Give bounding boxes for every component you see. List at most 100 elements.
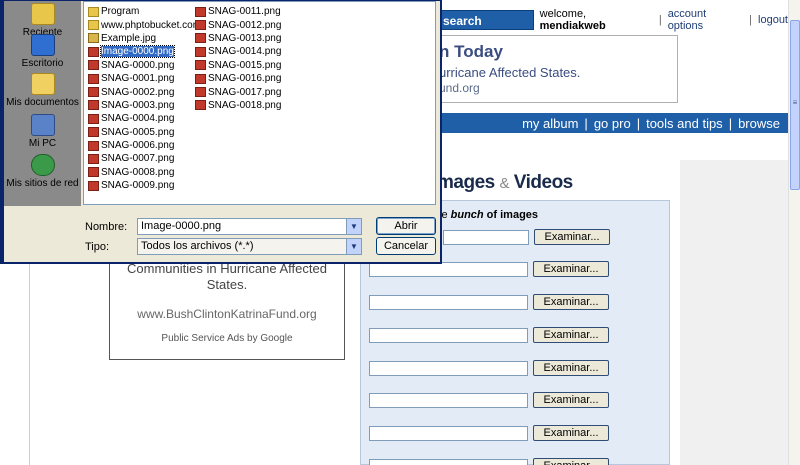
web-folder-icon (88, 20, 99, 31)
file-name: SNAG-0013.png (208, 32, 282, 44)
png-file-icon (195, 33, 206, 44)
browse-button[interactable]: Examinar... (533, 392, 609, 408)
nav-separator: | (636, 115, 641, 131)
browse-button[interactable]: Examinar... (533, 261, 609, 277)
filetype-select[interactable]: Todos los archivos (*.*) ▼ (137, 238, 362, 255)
headline-videos: Videos (513, 172, 573, 193)
png-file-icon (195, 60, 206, 71)
file-item[interactable]: SNAG-0012.png (195, 18, 281, 31)
file-item[interactable]: SNAG-0003.png (88, 99, 201, 112)
file-item[interactable]: SNAG-0006.png (88, 139, 201, 152)
browse-button[interactable]: Examinar... (533, 294, 609, 310)
browse-button[interactable]: Examinar... (533, 425, 609, 441)
upload-headline: mages & Videos (437, 172, 573, 194)
ad-body: urricane Affected States. (439, 65, 581, 80)
network-places-icon (30, 154, 55, 176)
file-name: SNAG-0006.png (101, 140, 175, 152)
side-advertisement[interactable]: Communities in Hurricane Affected States… (109, 255, 345, 360)
file-name: SNAG-0017.png (208, 86, 282, 98)
file-item[interactable]: SNAG-0018.png (195, 99, 281, 112)
place-network[interactable]: Mis sitios de red (4, 154, 81, 189)
file-name: Image-0000.png (100, 45, 175, 59)
file-path-input[interactable] (369, 425, 528, 441)
upload-intro: le bunch of images (439, 209, 538, 221)
place-label: Mis sitios de red (6, 178, 79, 189)
side-ad-body: Communities in Hurricane Affected States… (127, 261, 327, 292)
open-button[interactable]: Abrir (376, 217, 436, 235)
file-list[interactable]: Program www.phptobucket.com Example.jpg Ima… (83, 1, 436, 205)
folder-icon (88, 6, 99, 17)
logout-link[interactable]: logout (758, 14, 788, 26)
file-item[interactable]: SNAG-0013.png (195, 32, 281, 45)
nav-tools-and-tips[interactable]: tools and tips (646, 116, 723, 131)
file-item[interactable]: SNAG-0011.png (195, 5, 281, 18)
file-item[interactable]: SNAG-0017.png (195, 85, 281, 98)
file-path-input[interactable] (369, 392, 528, 408)
filetype-label: Tipo: (85, 241, 110, 253)
left-gutter (0, 260, 30, 465)
account-options-link[interactable]: account options (668, 8, 743, 32)
browse-button[interactable]: Examinar... (533, 360, 609, 376)
nav-browse[interactable]: browse (738, 116, 780, 131)
file-name: SNAG-0004.png (101, 113, 175, 125)
file-item[interactable]: SNAG-0016.png (195, 72, 281, 85)
ad-headline: n Today (439, 42, 503, 61)
file-name: Example.jpg (101, 32, 157, 44)
png-file-icon (195, 20, 206, 31)
file-item[interactable]: Image-0000.png (88, 45, 201, 59)
file-path-input[interactable] (369, 360, 528, 376)
vertical-scrollbar[interactable]: ≡ (788, 0, 800, 465)
browse-button[interactable]: Examinar... (534, 229, 610, 245)
dialog-body: Reciente Escritorio Mis documentos Mi PC… (4, 1, 440, 262)
file-name: SNAG-0005.png (101, 126, 175, 138)
file-path-input[interactable] (369, 458, 528, 465)
file-path-input[interactable] (443, 229, 529, 245)
png-file-icon (88, 140, 99, 151)
place-my-computer[interactable]: Mi PC (4, 114, 81, 149)
file-item[interactable]: SNAG-0015.png (195, 59, 281, 72)
file-item[interactable]: SNAG-0005.png (88, 126, 201, 139)
ads-by-google[interactable]: Public Service Ads by Google (110, 333, 344, 344)
file-path-input[interactable] (369, 327, 528, 343)
file-item[interactable]: SNAG-0000.png (88, 59, 201, 72)
filename-combo[interactable]: Image-0000.png ▼ (137, 218, 362, 235)
file-item[interactable]: SNAG-0004.png (88, 112, 201, 125)
file-column: SNAG-0011.png SNAG-0012.png SNAG-0013.png S… (195, 5, 281, 112)
png-file-icon (88, 180, 99, 191)
browse-button[interactable]: Examinar... (533, 327, 609, 343)
filetype-value: Todos los archivos (*.*) (141, 240, 254, 252)
file-item[interactable]: SNAG-0014.png (195, 45, 281, 58)
nav-go-pro[interactable]: go pro (594, 116, 631, 131)
file-item[interactable]: SNAG-0002.png (88, 85, 201, 98)
file-item[interactable]: SNAG-0007.png (88, 152, 201, 165)
chevron-down-icon[interactable]: ▼ (346, 239, 361, 254)
file-item[interactable]: SNAG-0001.png (88, 72, 201, 85)
upload-row: Examinar... (369, 294, 609, 310)
file-item[interactable]: Example.jpg (88, 32, 201, 45)
png-file-icon (88, 46, 99, 57)
top-advertisement[interactable]: n Today urricane Affected States. und.or… (430, 35, 678, 103)
headline-images: mages (437, 172, 495, 193)
nav-my-album[interactable]: my album (522, 116, 578, 131)
png-file-icon (195, 46, 206, 57)
place-desktop[interactable]: Escritorio (4, 34, 81, 69)
cancel-button[interactable]: Cancelar (376, 237, 436, 255)
png-file-icon (195, 73, 206, 84)
file-item[interactable]: www.phptobucket.com (88, 18, 201, 31)
file-item[interactable]: Program (88, 5, 201, 18)
file-path-input[interactable] (369, 294, 528, 310)
place-label: Escritorio (21, 58, 64, 69)
chevron-down-icon[interactable]: ▼ (346, 219, 361, 234)
file-name: SNAG-0002.png (101, 86, 175, 98)
png-file-icon (88, 153, 99, 164)
upload-row: Examinar... (369, 425, 609, 441)
place-recent[interactable]: Reciente (4, 3, 81, 38)
file-item[interactable]: SNAG-0009.png (88, 179, 201, 192)
browse-button[interactable]: Examinar... (533, 458, 609, 465)
file-name: Program (101, 6, 140, 18)
file-item[interactable]: SNAG-0008.png (88, 166, 201, 179)
filename-label: Nombre: (85, 221, 128, 233)
file-name: SNAG-0008.png (101, 166, 175, 178)
search-images-button[interactable]: search images (430, 10, 534, 42)
place-my-documents[interactable]: Mis documentos (4, 73, 81, 108)
